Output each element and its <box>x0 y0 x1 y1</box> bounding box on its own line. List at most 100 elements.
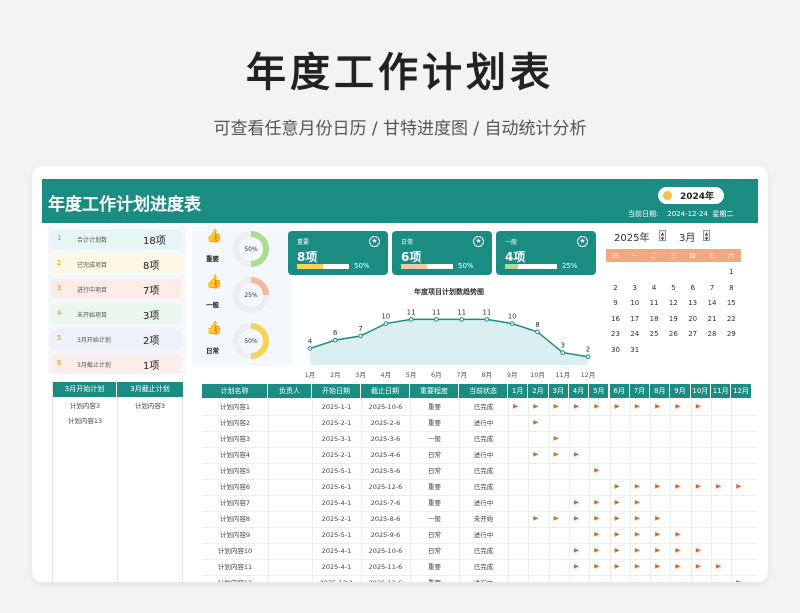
level-tile[interactable]: 重要 8项 50% ★ <box>288 231 388 275</box>
x-tick-label: 2月 <box>330 371 341 379</box>
flag-icon: ▶ <box>553 514 559 522</box>
gantt-cell: 2025-8-6 <box>370 515 401 523</box>
gantt-header: 1月 <box>508 384 529 398</box>
calendar-day[interactable]: 31 <box>625 346 644 354</box>
calendar-day[interactable]: 27 <box>683 330 702 338</box>
gantt-cell: 2025-2-1 <box>321 451 352 459</box>
gantt-cell: 2025-7-6 <box>370 499 401 507</box>
gantt-header: 11月 <box>711 384 732 398</box>
calendar-day[interactable]: 1 <box>722 268 741 276</box>
stat-label: 已完成项目 <box>77 262 108 269</box>
calendar-day[interactable]: 24 <box>625 330 644 338</box>
gantt-cell <box>268 479 312 495</box>
calendar-day[interactable]: 26 <box>664 330 683 338</box>
calendar-day[interactable]: 13 <box>683 299 702 307</box>
stat-value: 3项 <box>143 311 160 322</box>
gantt-cell: 进行中 <box>473 451 494 459</box>
flag-icon: ▶ <box>573 402 580 410</box>
level-tile[interactable]: 一般 4项 25% ★ <box>496 231 596 275</box>
flag-icon: ▶ <box>614 402 620 410</box>
calendar-day[interactable]: 3 <box>625 284 644 292</box>
flag-icon: ▶ <box>533 514 539 522</box>
weekday-label: 五 <box>708 253 715 260</box>
gantt-cell: 计划内容4 <box>219 451 251 459</box>
calendar-day[interactable]: 14 <box>703 299 722 307</box>
calendar-day[interactable]: 10 <box>625 299 644 307</box>
calendar-day[interactable]: 8 <box>722 284 741 292</box>
calendar-day[interactable]: 11 <box>645 299 664 307</box>
calendar-day[interactable]: 12 <box>664 299 683 307</box>
data-point <box>535 329 540 335</box>
flag-icon: ▶ <box>553 402 559 410</box>
flag-icon: ▶ <box>695 546 702 554</box>
stat-number: 1 <box>57 234 62 242</box>
month-spinner[interactable]: ▲ ▼ <box>703 230 710 241</box>
tile-progress-bar <box>297 264 349 269</box>
calendar-day[interactable]: 28 <box>703 330 722 338</box>
calendar-day[interactable]: 30 <box>606 346 625 354</box>
flag-icon: ▶ <box>675 530 681 538</box>
gantt-cell: 已完成 <box>473 403 494 411</box>
importance-label: 日常 <box>206 347 219 355</box>
calendar-day[interactable]: 6 <box>683 284 702 292</box>
gantt-header: 计划名称 <box>202 384 268 398</box>
flag-icon: ▶ <box>655 482 661 490</box>
hero-subtitle: 可查看任意月份日历 / 甘特进度图 / 自动统计分析 <box>213 119 587 139</box>
data-point <box>383 321 389 326</box>
gantt-cell: 2025-9-6 <box>370 531 401 539</box>
calendar-day[interactable]: 15 <box>722 299 741 307</box>
calendar-day[interactable]: 5 <box>664 284 683 292</box>
calendar-day[interactable]: 4 <box>645 284 664 292</box>
gantt-header: 10月 <box>690 384 711 398</box>
calendar-day[interactable]: 2 <box>606 284 625 292</box>
gantt-cell: 计划内容11 <box>217 563 253 571</box>
calendar-day[interactable]: 16 <box>606 315 625 323</box>
trend-chart-svg: 年度项目计划数趋势图 4 1月 6 2月 7 3月 10 4月 11 5月 11 6月 11 7月 11 8月 1… <box>305 287 596 379</box>
calendar-day[interactable]: 22 <box>722 315 741 323</box>
data-point <box>509 321 515 326</box>
thumbs-up-icon: 👍 <box>206 229 223 244</box>
calendar-day[interactable]: 20 <box>683 315 702 323</box>
stat-value: 1项 <box>143 361 160 372</box>
level-tile[interactable]: 日常 6项 50% ★ <box>392 231 492 275</box>
year-spinner[interactable]: ▲ ▼ <box>659 230 666 241</box>
flag-icon: ▶ <box>594 514 600 522</box>
gantt-cell <box>268 495 312 511</box>
calendar-day[interactable]: 29 <box>722 330 741 338</box>
flag-icon: ▶ <box>655 530 661 538</box>
calendar-day[interactable]: 7 <box>703 284 722 292</box>
star-icon: ★ <box>473 236 484 247</box>
gantt-cell: 2025-5-6 <box>370 467 401 475</box>
calendar-day[interactable]: 19 <box>664 315 683 323</box>
year-selector[interactable]: 2024年 <box>658 187 724 204</box>
stat-label: 进行中项目 <box>77 287 108 294</box>
column-divider <box>589 398 591 582</box>
gantt-cell: 2025-12-6 <box>368 483 403 491</box>
gantt-cell: 已完成 <box>473 547 494 555</box>
x-tick-label: 12月 <box>581 371 596 379</box>
calendar-day[interactable]: 23 <box>606 330 625 338</box>
gantt-cell <box>268 527 312 543</box>
calendar-day[interactable]: 25 <box>645 330 664 338</box>
stat-number: 5 <box>57 334 62 342</box>
flag-icon: ▶ <box>614 514 620 522</box>
flag-icon: ▶ <box>553 450 559 458</box>
flag-icon: ▶ <box>675 562 681 570</box>
gantt-cell: 重要 <box>428 483 441 491</box>
calendar-day[interactable]: 21 <box>703 315 722 323</box>
data-point <box>434 317 439 322</box>
stat-row: 6 3月截止计划 1项 <box>51 354 181 374</box>
weekday: 星期二 <box>712 210 734 218</box>
calendar-day[interactable]: 18 <box>645 315 664 323</box>
date-label: 当前日期: <box>628 210 659 218</box>
flag-icon: ▶ <box>614 562 620 570</box>
gantt-cell: 计划内容10 <box>217 547 253 555</box>
stat-value: 18项 <box>143 236 166 247</box>
flag-icon: ▶ <box>634 562 641 570</box>
donut-percent: 50% <box>244 338 258 345</box>
column-divider <box>268 398 269 582</box>
calendar-day[interactable]: 17 <box>625 315 644 323</box>
calendar-day[interactable]: 9 <box>606 299 625 307</box>
gantt-cell: 2025-3-1 <box>321 435 352 443</box>
data-label: 4 <box>308 337 313 345</box>
